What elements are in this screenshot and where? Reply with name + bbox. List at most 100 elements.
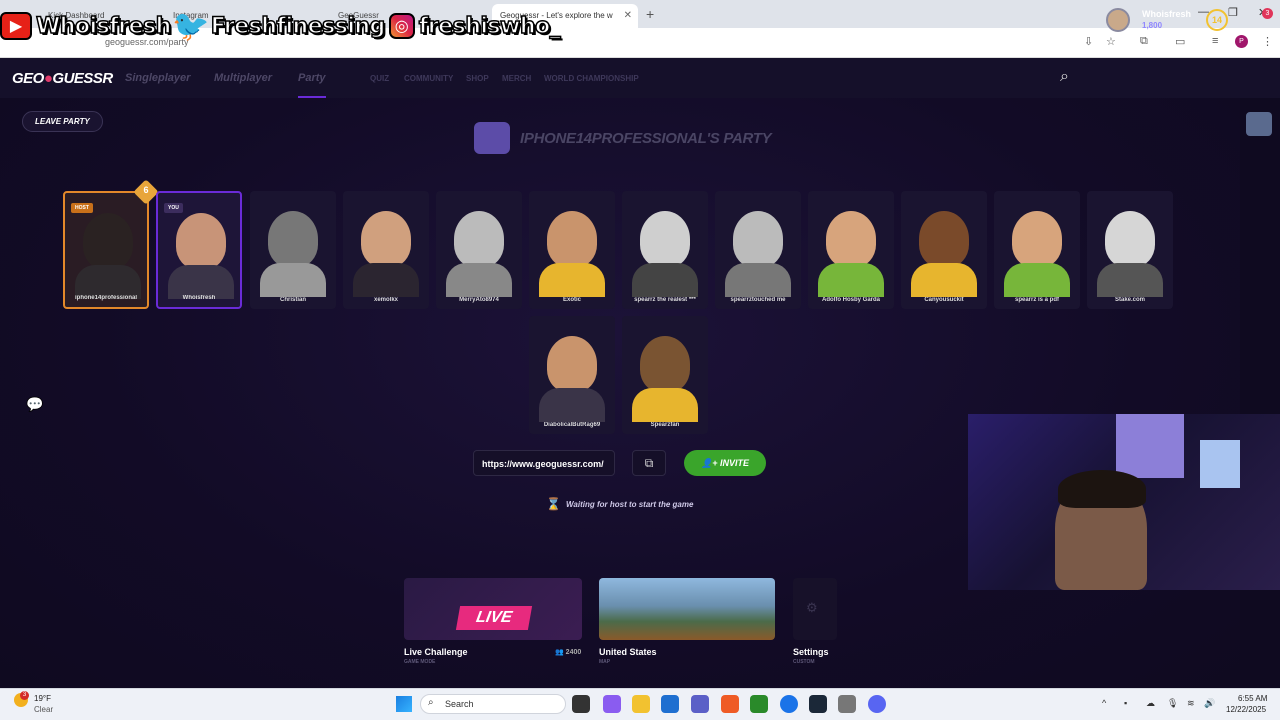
cast-icon[interactable]: ▭ xyxy=(1175,35,1185,48)
copilot-icon[interactable] xyxy=(603,695,621,713)
nav-party[interactable]: Party xyxy=(298,72,326,98)
instagram-handle: freshiswho_ xyxy=(418,13,561,40)
discord-icon[interactable] xyxy=(868,695,886,713)
member-card-you[interactable]: YOU Whoisfresh xyxy=(156,191,242,309)
youtube-handle: Whoisfresh xyxy=(35,13,172,40)
invite-button[interactable]: 👤+ INVITE xyxy=(684,450,766,476)
avatar xyxy=(361,211,411,267)
nav-merch[interactable]: MERCH xyxy=(502,74,531,83)
taskbar-search-input[interactable]: Search xyxy=(420,694,566,714)
invite-url-field[interactable]: https://www.geoguessr.com/ xyxy=(473,450,615,476)
nav-multiplayer[interactable]: Multiplayer xyxy=(214,72,272,84)
member-card[interactable]: DiabolicalButRag69 xyxy=(529,316,615,434)
file-explorer-icon[interactable] xyxy=(632,695,650,713)
live-challenge-subtitle: GAME MODE xyxy=(404,659,436,665)
steam-icon[interactable] xyxy=(809,695,827,713)
close-icon[interactable]: ✕ xyxy=(624,10,632,21)
nav-community[interactable]: COMMUNITY xyxy=(404,74,453,83)
live-count-value: 2400 xyxy=(565,649,582,656)
friend-avatar[interactable] xyxy=(1246,112,1272,136)
wifi-icon[interactable]: ≋ xyxy=(1187,698,1195,709)
invite-label: INVITE xyxy=(719,458,749,468)
new-tab-button[interactable]: + xyxy=(646,6,654,22)
member-card[interactable]: Exotic xyxy=(529,191,615,309)
notification-badge[interactable]: 3 xyxy=(1262,8,1273,19)
member-name: Stake.com xyxy=(1114,297,1145,303)
nav-quiz[interactable]: QUIZ xyxy=(370,74,389,83)
member-name: xemolkx xyxy=(373,297,398,303)
chevron-up-icon[interactable]: ^ xyxy=(1102,698,1106,708)
avatar-body xyxy=(260,263,326,297)
member-name: spearrztouched me xyxy=(730,297,786,303)
overlay-twitter: 🐦 Freshfinessing xyxy=(172,9,386,43)
webcam-poster xyxy=(1200,440,1240,488)
logo-text-geo: GEO xyxy=(12,70,44,87)
copy-icon[interactable]: ⧉ xyxy=(632,450,666,476)
game-navbar: GEO●GUESSR Singleplayer Multiplayer Part… xyxy=(0,58,1280,98)
media-icon[interactable]: ≡ xyxy=(1212,35,1218,47)
volume-icon[interactable]: 🔊 xyxy=(1204,698,1215,709)
tray-app-icon[interactable]: ▪ xyxy=(1124,698,1127,708)
install-icon[interactable]: ⇩ xyxy=(1084,35,1093,48)
member-card-host[interactable]: HOST iphone14professional xyxy=(63,191,149,309)
clock-time[interactable]: 6:55 AM xyxy=(1238,694,1267,703)
live-challenge-title: Live Challenge xyxy=(404,647,468,657)
nav-singleplayer[interactable]: Singleplayer xyxy=(125,72,190,84)
store-icon[interactable] xyxy=(661,695,679,713)
xbox-icon[interactable] xyxy=(750,695,768,713)
live-badge: LIVE xyxy=(455,606,533,630)
windows-start-icon[interactable] xyxy=(396,696,412,712)
overlay-instagram: ◎ freshiswho_ xyxy=(388,13,561,40)
member-card[interactable]: Christian xyxy=(250,191,336,309)
avatar[interactable] xyxy=(1106,8,1130,32)
member-card[interactable]: spearrz the realest *** xyxy=(622,191,708,309)
settings-app-icon[interactable] xyxy=(838,695,856,713)
twitter-handle: Freshfinessing xyxy=(210,13,386,40)
user-name[interactable]: Whoisfresh xyxy=(1142,9,1191,19)
avatar-body xyxy=(446,263,512,297)
avatar-body xyxy=(539,263,605,297)
map-card-united-states[interactable] xyxy=(599,578,775,640)
brave-icon[interactable] xyxy=(721,695,739,713)
geoguessr-logo[interactable]: GEO●GUESSR xyxy=(12,70,113,87)
tray-cloud-icon[interactable]: ☁ xyxy=(1146,698,1155,709)
host-badge: HOST xyxy=(71,203,93,213)
chat-icon[interactable]: 💬 xyxy=(26,396,43,413)
avatar-body xyxy=(632,263,698,297)
avatar xyxy=(826,211,876,267)
extensions-icon[interactable]: ⧉ xyxy=(1140,35,1148,48)
leave-party-button[interactable]: LEAVE PARTY xyxy=(22,111,103,132)
member-card[interactable]: MerryAto8974 xyxy=(436,191,522,309)
avatar xyxy=(176,213,226,269)
bookmark-star-icon[interactable]: ☆ xyxy=(1106,35,1116,48)
member-card[interactable]: Canyousuckit xyxy=(901,191,987,309)
member-card[interactable]: Adolfo Hosby Garda xyxy=(808,191,894,309)
member-card[interactable]: Spearzfan xyxy=(622,316,708,434)
microphone-icon[interactable]: 🎙 xyxy=(1167,698,1178,709)
avatar xyxy=(268,211,318,267)
teams-icon[interactable] xyxy=(691,695,709,713)
search-icon[interactable]: ⌕ xyxy=(1060,68,1069,86)
member-card[interactable]: xemolkx xyxy=(343,191,429,309)
profile-avatar[interactable]: P xyxy=(1235,35,1248,48)
youtube-icon: ▶ xyxy=(0,12,32,40)
menu-kebab-icon[interactable]: ⋮ xyxy=(1262,35,1273,48)
member-card[interactable]: spearrztouched me xyxy=(715,191,801,309)
avatar-body xyxy=(818,263,884,297)
member-card[interactable]: Stake.com xyxy=(1087,191,1173,309)
clock-date[interactable]: 12/22/2025 xyxy=(1226,705,1266,714)
friends-rail xyxy=(1240,98,1280,688)
twitter-bird-icon: 🐦 xyxy=(172,9,210,43)
weather-desc: Clear xyxy=(34,705,54,714)
member-name: spearrz is a pdf xyxy=(1014,297,1059,303)
maximize-icon[interactable]: ❐ xyxy=(1228,6,1238,19)
map-title: United States xyxy=(599,647,657,657)
nav-shop[interactable]: SHOP xyxy=(466,74,489,83)
waiting-status: Waiting for host to start the game xyxy=(566,500,694,509)
task-view-icon[interactable] xyxy=(572,695,590,713)
member-name: Whoisfresh xyxy=(182,295,216,301)
nav-world-championship[interactable]: WORLD CHAMPIONSHIP xyxy=(544,74,639,83)
avatar-body xyxy=(1097,263,1163,297)
chrome-icon[interactable] xyxy=(780,695,798,713)
member-card[interactable]: spearrz is a pdf xyxy=(994,191,1080,309)
